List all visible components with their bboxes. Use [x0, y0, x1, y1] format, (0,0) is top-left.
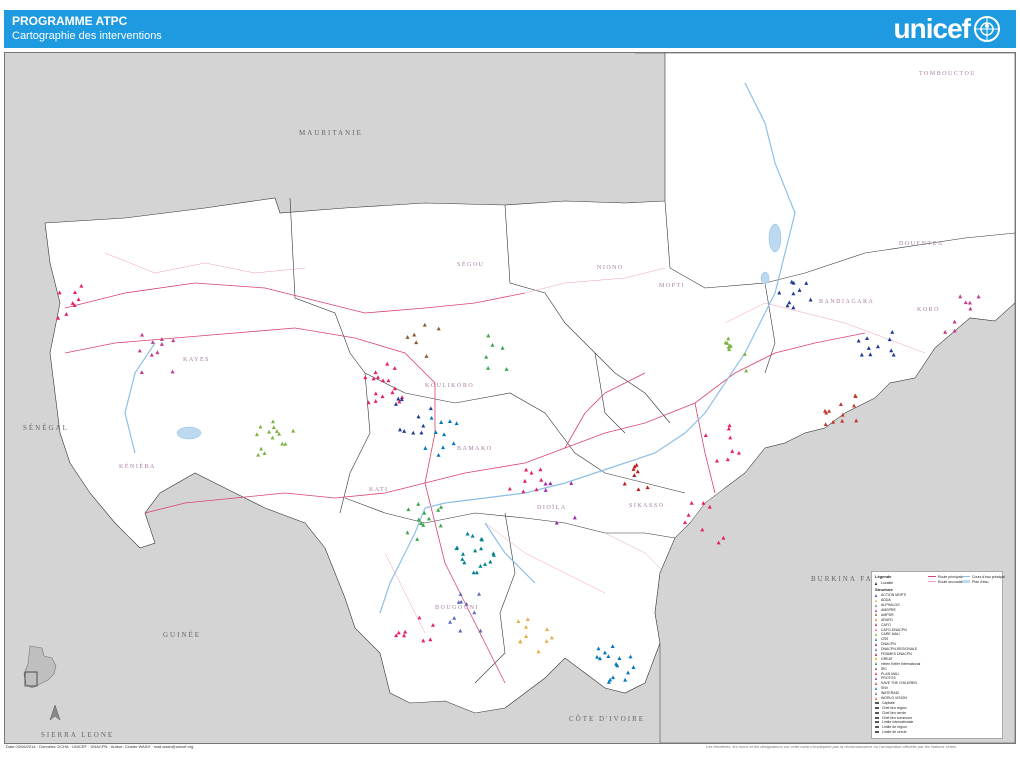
region-label-koro: KORO	[917, 307, 941, 313]
legend-roads: Route principale Route secondaire	[928, 574, 965, 584]
region-label-sikasso: SIKASSO	[629, 503, 665, 509]
map-panel[interactable]: MAURITANIE SÉNÉGAL GUINÉE SIERRA LEONE C…	[4, 52, 1016, 744]
triangle-icon	[875, 608, 877, 612]
country-label-cote-divoire: CÔTE D'IVOIRE	[569, 715, 646, 723]
page-subtitle: Cartographie des interventions	[12, 30, 162, 42]
legend-water: Cours d'eau principal Plan d'eau	[962, 574, 1005, 584]
triangle-icon	[875, 676, 877, 680]
triangle-icon	[875, 637, 877, 641]
triangle-icon	[875, 647, 877, 651]
legend-admin-item: Limite de cercle	[875, 730, 1002, 735]
triangle-icon	[875, 681, 877, 685]
region-label-kenieba: KÉNIÉBA	[119, 464, 156, 470]
mali-map	[44, 53, 1015, 743]
country-label-senegal: SÉNÉGAL	[23, 424, 69, 432]
legend-structure-title: Structure	[875, 586, 893, 592]
legend-road-secondary: Route secondaire	[928, 579, 965, 584]
region-label-niono: NIONO	[597, 265, 624, 271]
triangle-icon	[875, 662, 877, 666]
unicef-globe-icon	[974, 16, 1000, 42]
triangle-icon	[875, 628, 877, 632]
north-arrow-icon	[48, 704, 62, 727]
triangle-icon	[875, 691, 877, 695]
unicef-logo: unicef	[894, 12, 1002, 46]
region-label-kayes: KAYES	[183, 357, 210, 363]
triangle-icon	[875, 686, 877, 690]
header-bar: PROGRAMME ATPC Cartographie des interven…	[4, 10, 1016, 48]
triangle-icon	[875, 657, 877, 661]
region-label-segou: SÉGOU	[457, 262, 485, 268]
footer-disclaimer: Les frontières, les noms et les désignat…	[706, 744, 957, 749]
region-label-douentza: DOUENTZA	[899, 241, 944, 247]
triangle-icon	[875, 618, 877, 622]
triangle-icon	[875, 652, 877, 656]
region-label-koulikoro: KOULIKORO	[425, 383, 475, 389]
triangle-icon	[875, 623, 877, 627]
map-legend: Légende Localité Structure ACTION MOPTI A…	[871, 571, 1005, 739]
region-label-tombouctou: TOMBOUCTOU	[919, 71, 977, 77]
legend-structure-list: ACTION MOPTI ADDA ALPHALOG AMSPRE AMPDR ARAFD…	[872, 593, 1002, 701]
triangle-icon	[875, 598, 877, 602]
triangle-icon	[875, 672, 877, 676]
country-label-guinee: GUINÉE	[163, 631, 202, 639]
footer-credit: Date 03/06/2014 · Données: DCHA · UNICEF…	[6, 744, 194, 749]
page-title: PROGRAMME ATPC	[12, 14, 128, 28]
triangle-icon	[875, 667, 877, 671]
legend-lake: Plan d'eau	[962, 579, 1005, 584]
triangle-icon	[875, 581, 877, 585]
locator-inset	[22, 644, 62, 694]
region-label-kati: KATI	[369, 487, 389, 493]
country-label-mauritanie: MAURITANIE	[299, 129, 363, 137]
region-label-bougouni: BOUGOUNI	[435, 605, 479, 611]
region-label-dioila: DIOÏLA	[537, 505, 567, 511]
country-label-sierra-leone: SIERRA LEONE	[41, 731, 115, 739]
region-label-mopti: MOPTI	[659, 283, 686, 289]
legend-admin-list: Capitale Chef lieu région Chef lieu cercle…	[872, 700, 1002, 734]
triangle-icon	[875, 642, 877, 646]
triangle-icon	[875, 696, 877, 700]
triangle-icon	[875, 613, 877, 617]
logo-text: unicef	[893, 13, 971, 44]
triangle-icon	[875, 632, 877, 636]
triangle-icon	[875, 603, 877, 607]
triangle-icon	[875, 593, 877, 597]
region-label-bandiagara: BANDIAGARA	[819, 299, 875, 305]
region-label-bamako: BAMAKO	[457, 446, 493, 452]
